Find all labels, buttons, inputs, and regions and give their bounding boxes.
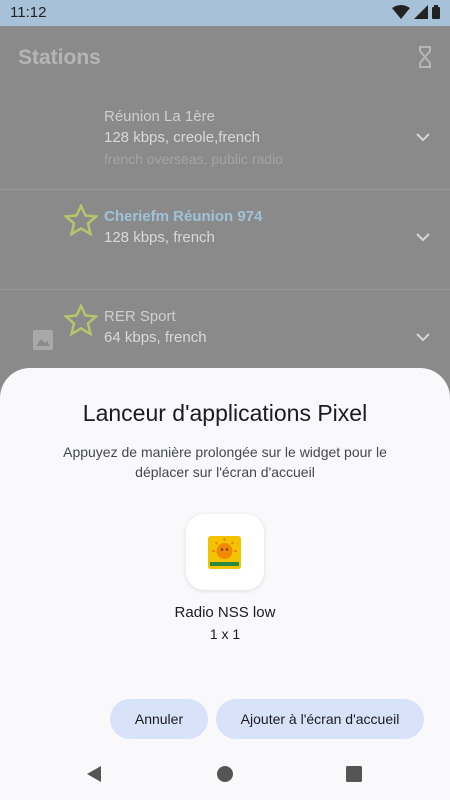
sheet-title: Lanceur d'applications Pixel — [82, 400, 368, 426]
station-name: Cheriefm Réunion 974 — [104, 208, 263, 225]
station-item[interactable]: Réunion La 1ère 128 kbps, creole,french … — [0, 90, 450, 190]
station-details: 128 kbps, french — [104, 229, 215, 246]
status-time: 11:12 — [10, 4, 47, 21]
add-widget-sheet: Lanceur d'applications Pixel Appuyez de … — [0, 368, 450, 800]
station-name: Réunion La 1ère — [104, 108, 215, 125]
chevron-down-icon[interactable] — [416, 232, 430, 242]
navigation-bar — [0, 750, 450, 800]
sleep-timer-icon[interactable] — [418, 46, 432, 68]
station-details: 64 kbps, french — [104, 329, 207, 346]
home-icon[interactable] — [217, 766, 233, 782]
status-icons — [392, 5, 440, 19]
station-details: 128 kbps, creole,french — [104, 129, 260, 146]
wifi-icon — [392, 5, 410, 19]
star-icon[interactable] — [64, 204, 98, 236]
chevron-down-icon[interactable] — [416, 132, 430, 142]
page-title: Stations — [18, 46, 101, 69]
battery-icon — [432, 5, 440, 19]
app-bar: Stations — [0, 26, 450, 90]
image-placeholder-icon — [33, 330, 53, 350]
widget-size: 1 x 1 — [209, 626, 241, 642]
add-to-home-button[interactable]: Ajouter à l'écran d'accueil — [216, 699, 424, 739]
back-icon[interactable] — [85, 764, 103, 784]
cancel-button[interactable]: Annuler — [110, 699, 208, 739]
radio-logo-icon — [208, 536, 241, 569]
station-item[interactable]: Cheriefm Réunion 974 128 kbps, french — [0, 190, 450, 290]
station-tags: french overseas, public radio — [104, 151, 283, 167]
widget-preview[interactable] — [186, 514, 264, 590]
signal-icon — [414, 5, 428, 19]
status-bar: 11:12 — [0, 0, 450, 26]
sheet-description: Appuyez de manière prolongée sur le widg… — [63, 444, 387, 480]
station-name: RER Sport — [104, 308, 176, 325]
widget-name: Radio NSS low — [174, 604, 276, 621]
recents-icon[interactable] — [346, 766, 362, 782]
star-icon[interactable] — [64, 304, 98, 336]
chevron-down-icon[interactable] — [416, 332, 430, 342]
